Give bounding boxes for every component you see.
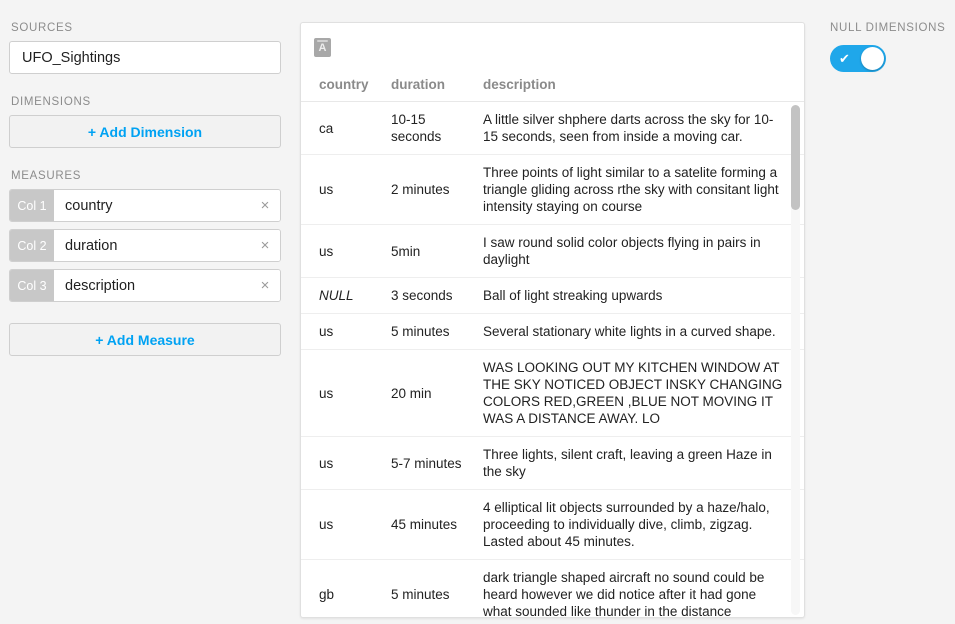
- measure-badge: Col 2: [10, 230, 54, 261]
- measure-row-3[interactable]: Col 3 description ×: [9, 269, 281, 302]
- cell-country: us: [301, 154, 391, 225]
- table-scrollbar-thumb[interactable]: [791, 105, 800, 210]
- text-type-icon[interactable]: A: [314, 37, 331, 57]
- measure-row-2[interactable]: Col 2 duration ×: [9, 229, 281, 262]
- cell-duration: 45 minutes: [391, 489, 483, 560]
- table-row[interactable]: NULL 3 seconds Ball of light streaking upw…: [301, 277, 804, 314]
- measure-badge: Col 1: [10, 190, 54, 221]
- cell-description: A little silver shphere darts across the…: [483, 101, 804, 155]
- cell-country: us: [301, 224, 391, 278]
- cell-country: ca: [301, 101, 391, 155]
- table-head: country duration description: [301, 71, 804, 102]
- cell-duration: 2 minutes: [391, 154, 483, 225]
- measure-badge: Col 3: [10, 270, 54, 301]
- table-row[interactable]: us 45 minutes 4 elliptical lit objects sur…: [301, 489, 804, 560]
- data-preview-card: A country duration description ca 10-15 s…: [300, 22, 805, 618]
- toggle-knob[interactable]: [861, 47, 884, 70]
- cell-description: Three points of light similar to a satel…: [483, 154, 804, 225]
- measure-value[interactable]: country: [54, 190, 250, 221]
- table-row[interactable]: ca 10-15 seconds A little silver shphere d…: [301, 101, 804, 155]
- add-measure-button[interactable]: + Add Measure: [9, 323, 281, 356]
- right-panel: NULL DIMENSIONS ✔: [830, 22, 950, 72]
- table-scroll-area[interactable]: country duration description ca 10-15 sec…: [301, 71, 804, 617]
- table-body: ca 10-15 seconds A little silver shphere d…: [301, 101, 804, 617]
- app-root: SOURCES UFO_Sightings DIMENSIONS + Add D…: [0, 0, 955, 624]
- column-header-duration[interactable]: duration: [391, 71, 483, 102]
- add-dimension-button[interactable]: + Add Dimension: [9, 115, 281, 148]
- column-header-country[interactable]: country: [301, 71, 391, 102]
- cell-description: Several stationary white lights in a cur…: [483, 313, 804, 350]
- remove-measure-icon[interactable]: ×: [250, 270, 280, 301]
- table-row[interactable]: gb 5 minutes dark triangle shaped aircraft…: [301, 559, 804, 617]
- cell-description: dark triangle shaped aircraft no sound c…: [483, 559, 804, 617]
- measure-value[interactable]: description: [54, 270, 250, 301]
- check-icon: ✔: [839, 51, 850, 66]
- table-row[interactable]: us 5min I saw round solid color objects fl…: [301, 224, 804, 278]
- remove-measure-icon[interactable]: ×: [250, 230, 280, 261]
- cell-duration: 3 seconds: [391, 277, 483, 314]
- measures-label: MEASURES: [11, 170, 82, 182]
- table-row[interactable]: us 2 minutes Three points of light similar…: [301, 154, 804, 225]
- column-header-description[interactable]: description: [483, 71, 804, 102]
- cell-duration: 5-7 minutes: [391, 436, 483, 490]
- source-value: UFO_Sightings: [22, 49, 121, 66]
- measure-value[interactable]: duration: [54, 230, 250, 261]
- cell-duration: 5 minutes: [391, 313, 483, 350]
- remove-measure-icon[interactable]: ×: [250, 190, 280, 221]
- cell-country: us: [301, 436, 391, 490]
- cell-description: Ball of light streaking upwards: [483, 277, 804, 314]
- dimensions-label: DIMENSIONS: [11, 96, 91, 108]
- cell-duration: 10-15 seconds: [391, 101, 483, 155]
- table-row[interactable]: us 5 minutes Several stationary white ligh…: [301, 313, 804, 350]
- cell-duration: 5min: [391, 224, 483, 278]
- text-type-icon-letter: A: [318, 42, 327, 54]
- sidebar: SOURCES UFO_Sightings DIMENSIONS + Add D…: [0, 0, 290, 624]
- table-scrollbar-track[interactable]: [791, 105, 800, 615]
- card-toolbar: A: [301, 23, 804, 71]
- null-dimensions-toggle[interactable]: ✔: [830, 45, 886, 72]
- null-dimensions-label: NULL DIMENSIONS: [830, 22, 946, 34]
- source-select[interactable]: UFO_Sightings: [9, 41, 281, 74]
- table-row[interactable]: us 5-7 minutes Three lights, silent craft,…: [301, 436, 804, 490]
- cell-country: us: [301, 349, 391, 437]
- cell-country: NULL: [301, 277, 391, 314]
- table-header-row: country duration description: [301, 71, 804, 102]
- cell-description: WAS LOOKING OUT MY KITCHEN WINDOW AT THE…: [483, 349, 804, 437]
- cell-country: gb: [301, 559, 391, 617]
- cell-duration: 20 min: [391, 349, 483, 437]
- cell-country: us: [301, 489, 391, 560]
- cell-description: 4 elliptical lit objects surrounded by a…: [483, 489, 804, 560]
- cell-country: us: [301, 313, 391, 350]
- data-table: country duration description ca 10-15 sec…: [301, 71, 804, 617]
- sources-label: SOURCES: [11, 22, 73, 34]
- cell-duration: 5 minutes: [391, 559, 483, 617]
- cell-description: I saw round solid color objects flying i…: [483, 224, 804, 278]
- table-row[interactable]: us 20 min WAS LOOKING OUT MY KITCHEN WINDO…: [301, 349, 804, 437]
- cell-description: Three lights, silent craft, leaving a gr…: [483, 436, 804, 490]
- measure-row-1[interactable]: Col 1 country ×: [9, 189, 281, 222]
